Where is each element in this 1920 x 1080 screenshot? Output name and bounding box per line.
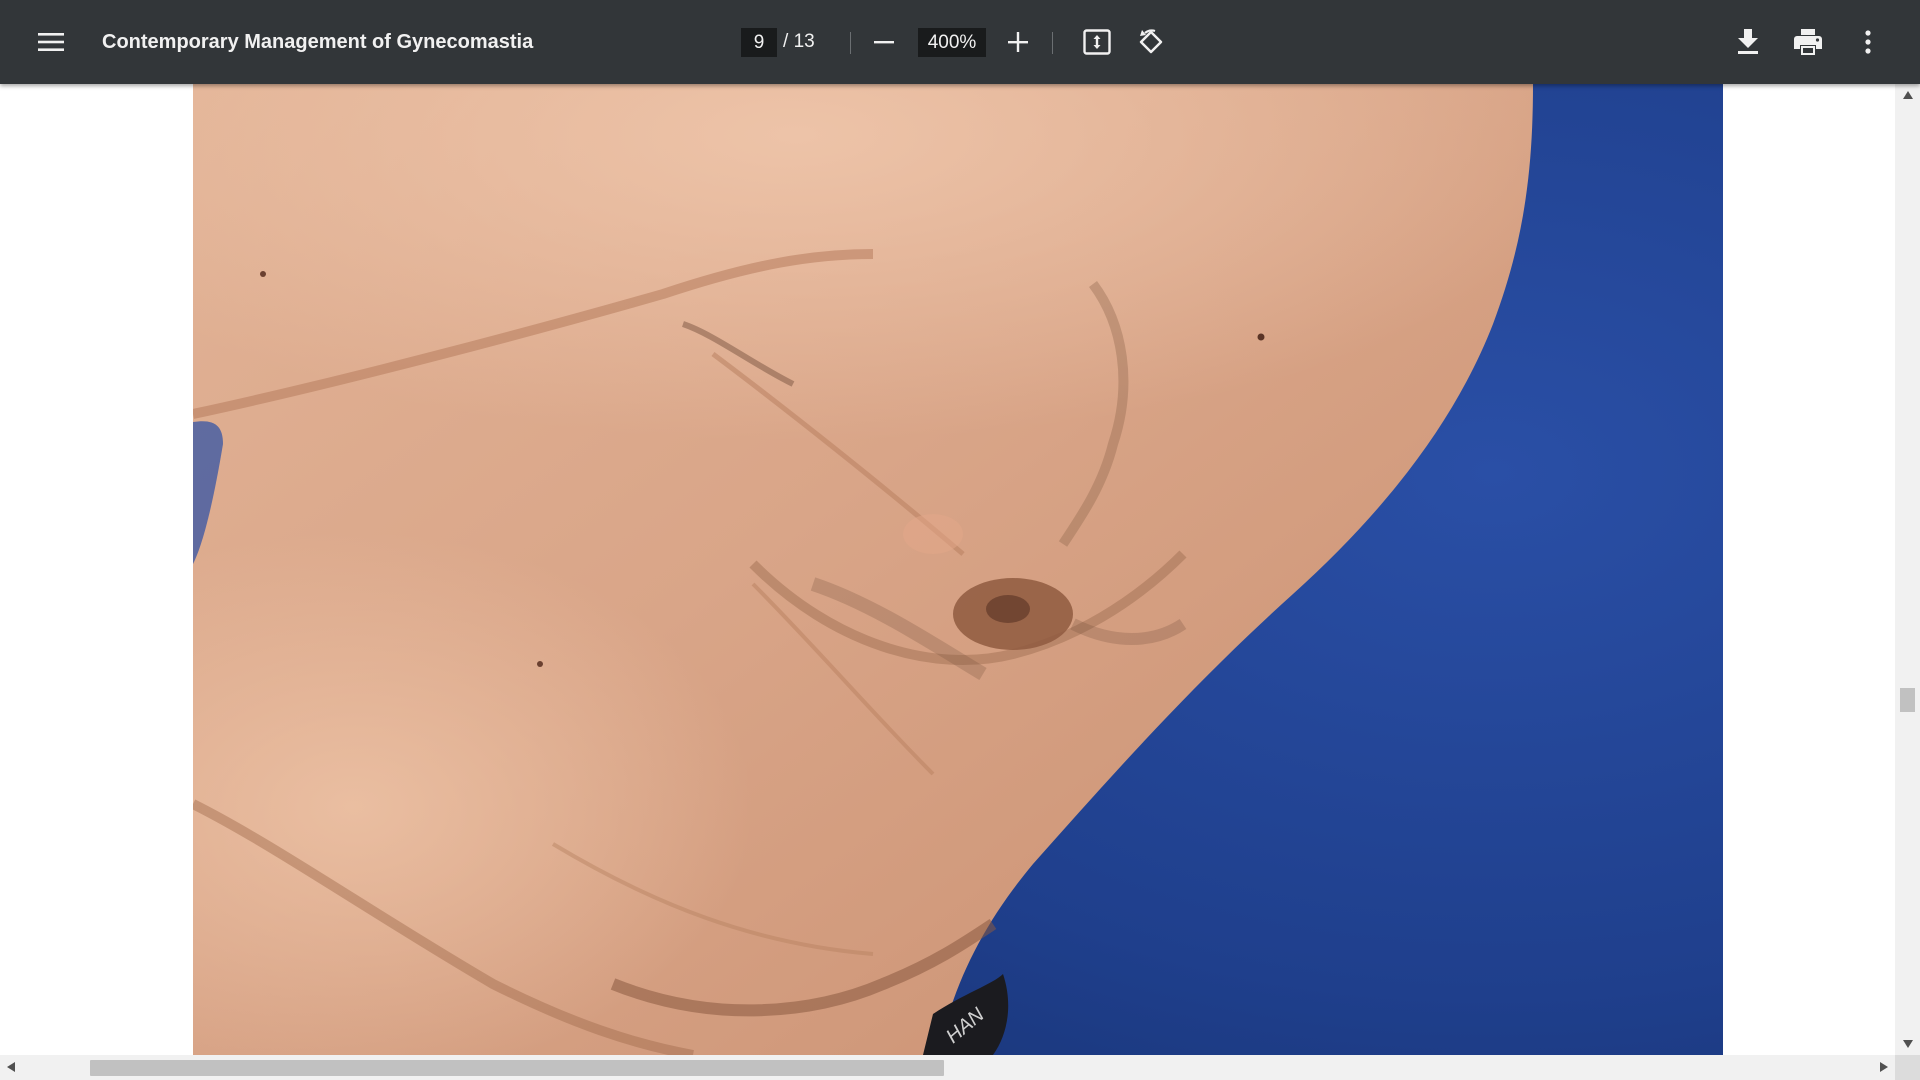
- plus-icon: [1008, 32, 1028, 52]
- download-button[interactable]: [1724, 18, 1772, 66]
- horizontal-scroll-thumb[interactable]: [90, 1060, 944, 1076]
- print-button[interactable]: [1784, 18, 1832, 66]
- menu-button[interactable]: [27, 18, 75, 66]
- more-actions-button[interactable]: [1844, 18, 1892, 66]
- minus-icon: [874, 32, 894, 52]
- scroll-left-button[interactable]: [0, 1055, 22, 1080]
- scroll-right-button[interactable]: [1873, 1055, 1895, 1080]
- scrollbar-corner: [1895, 1055, 1920, 1080]
- menu-icon: [38, 32, 64, 52]
- vertical-scrollbar[interactable]: [1895, 84, 1920, 1055]
- triangle-right-icon: [1880, 1059, 1888, 1077]
- page-count: / 13: [783, 0, 815, 84]
- total-pages: 13: [793, 31, 815, 52]
- page-photo: HAN: [193, 84, 1723, 1055]
- fit-to-page-icon: [1083, 29, 1111, 55]
- zoom-in-button[interactable]: [994, 18, 1042, 66]
- scroll-down-button[interactable]: [1895, 1033, 1920, 1055]
- zoom-input[interactable]: [918, 28, 986, 57]
- triangle-down-icon: [1902, 1035, 1913, 1053]
- download-icon: [1737, 29, 1759, 55]
- page-separator: /: [783, 31, 789, 52]
- rotate-counterclockwise-icon: [1137, 28, 1165, 56]
- vertical-scroll-thumb[interactable]: [1900, 688, 1915, 712]
- triangle-up-icon: [1902, 86, 1913, 104]
- rotate-button[interactable]: [1127, 18, 1175, 66]
- toolbar-divider: [850, 32, 851, 54]
- pdf-toolbar: Contemporary Management of Gynecomastia …: [0, 0, 1920, 84]
- triangle-left-icon: [7, 1059, 15, 1077]
- print-icon: [1794, 29, 1822, 55]
- more-vertical-icon: [1864, 30, 1872, 54]
- scroll-up-button[interactable]: [1895, 84, 1920, 106]
- toolbar-divider: [1052, 32, 1053, 54]
- horizontal-scrollbar[interactable]: [0, 1055, 1895, 1080]
- page-number-input[interactable]: [741, 28, 777, 57]
- document-viewer[interactable]: HAN: [0, 84, 1895, 1055]
- zoom-out-button[interactable]: [860, 18, 908, 66]
- fit-to-page-button[interactable]: [1073, 18, 1121, 66]
- document-title: Contemporary Management of Gynecomastia: [102, 31, 534, 53]
